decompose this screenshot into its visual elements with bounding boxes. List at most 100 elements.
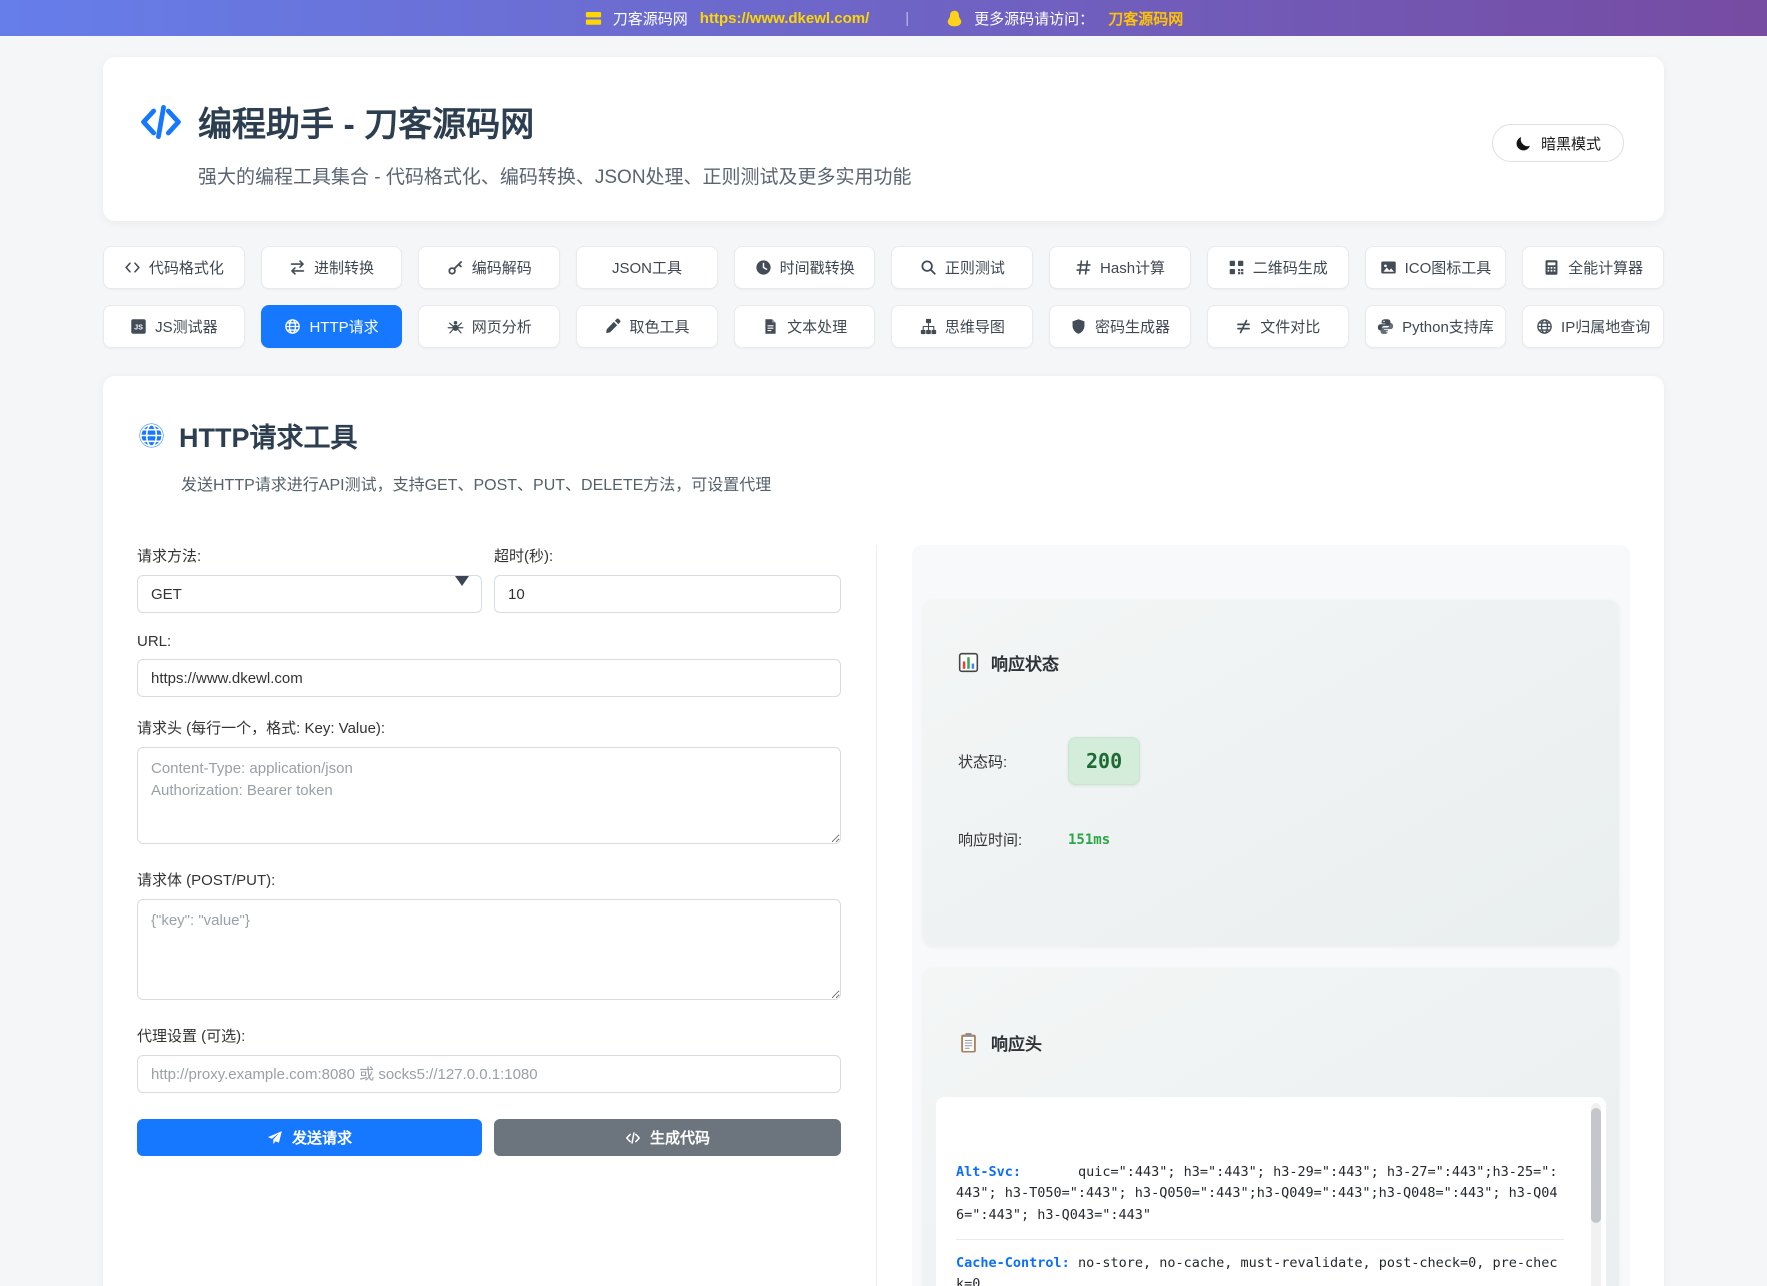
tab-ip-lookup[interactable]: IP归属地查询: [1522, 305, 1664, 348]
column-divider: [876, 545, 877, 1286]
tool-title: HTTP请求工具: [179, 416, 358, 455]
code-icon: [139, 100, 183, 144]
timeout-input[interactable]: [494, 575, 841, 613]
method-select[interactable]: GET: [137, 575, 482, 613]
shield-icon: [1070, 318, 1087, 335]
bar-chart-icon: [958, 652, 979, 673]
tab-label: 取色工具: [629, 316, 689, 337]
tab-json-tools[interactable]: JSON工具: [576, 246, 718, 289]
tab-label: JS测试器: [155, 316, 218, 337]
tab-python-lib[interactable]: Python支持库: [1365, 305, 1507, 348]
tab-label: 正则测试: [945, 257, 1005, 278]
tab-label: JSON工具: [612, 257, 682, 278]
page-header-card: 编程助手 - 刀客源码网 强大的编程工具集合 - 代码格式化、编码转换、JSON…: [103, 57, 1664, 221]
url-input[interactable]: [137, 659, 841, 697]
proxy-label: 代理设置 (可选):: [137, 1025, 841, 1046]
tab-label: IP归属地查询: [1561, 316, 1650, 337]
tab-color-picker[interactable]: 取色工具: [576, 305, 718, 348]
sitemap-icon: [920, 318, 937, 335]
tab-hash-calc[interactable]: Hash计算: [1049, 246, 1191, 289]
method-select-value: GET: [151, 586, 182, 603]
tab-calculator[interactable]: 全能计算器: [1522, 246, 1664, 289]
status-code-label: 状态码:: [958, 751, 1068, 772]
http-tool-card: HTTP请求工具 发送HTTP请求进行API测试，支持GET、POST、PUT、…: [103, 376, 1664, 1286]
response-headers-title: 响应头: [991, 1030, 1042, 1055]
topbar-divider: |: [905, 10, 909, 27]
tab-label: 二维码生成: [1253, 257, 1328, 278]
tab-label: 文件对比: [1260, 316, 1320, 337]
method-label: 请求方法:: [137, 545, 482, 566]
timeout-label: 超时(秒):: [494, 545, 841, 566]
scrollbar-thumb[interactable]: [1591, 1108, 1601, 1223]
yellow-bars-icon: [584, 9, 603, 28]
response-header-row: Cache-Control:no-store, no-cache, must-r…: [956, 1240, 1564, 1286]
topbar-site-name: 刀客源码网: [613, 8, 688, 29]
topbar: 刀客源码网 https://www.dkewl.com/ | 更多源码请访问： …: [0, 0, 1767, 36]
chevron-down-icon: [455, 576, 469, 586]
tab-file-diff[interactable]: 文件对比: [1207, 305, 1349, 348]
tab-password-gen[interactable]: 密码生成器: [1049, 305, 1191, 348]
tab-label: 文本处理: [787, 316, 847, 337]
tab-label: 思维导图: [945, 316, 1005, 337]
tab-label: 代码格式化: [149, 257, 224, 278]
calculator-icon: [1543, 259, 1560, 276]
response-headers-card: 响应头 Alt-Svc:quic=":443"; h3=":443"; h3-2…: [923, 968, 1619, 1286]
code-icon: [625, 1130, 641, 1146]
response-status-title: 响应状态: [991, 650, 1059, 675]
bell-icon: [945, 9, 964, 28]
request-headers-textarea[interactable]: [137, 747, 841, 844]
generate-code-button[interactable]: 生成代码: [494, 1119, 841, 1156]
tab-qrcode-gen[interactable]: 二维码生成: [1207, 246, 1349, 289]
tab-label: Hash计算: [1100, 257, 1165, 278]
js-icon: JS: [130, 318, 147, 335]
tab-label: 编码解码: [472, 257, 532, 278]
dark-mode-label: 暗黑模式: [1541, 133, 1601, 154]
globe-icon: [137, 421, 166, 450]
tab-regex-test[interactable]: 正则测试: [891, 246, 1033, 289]
key-icon: [447, 259, 464, 276]
globe-icon: [284, 318, 301, 335]
tab-http-request[interactable]: HTTP请求: [261, 305, 403, 348]
globe-icon: [1536, 318, 1553, 335]
tab-base-convert[interactable]: 进制转换: [261, 246, 403, 289]
response-status-card: 响应状态 状态码: 200 响应时间: 151ms: [923, 600, 1619, 946]
response-time-value: 151ms: [1068, 832, 1110, 848]
scrollbar[interactable]: [1591, 1103, 1601, 1286]
topbar-site-url-link[interactable]: https://www.dkewl.com/: [700, 10, 869, 27]
page-header-left: 编程助手 - 刀客源码网 强大的编程工具集合 - 代码格式化、编码转换、JSON…: [139, 97, 912, 189]
send-request-label: 发送请求: [292, 1127, 352, 1148]
clock-icon: [755, 259, 772, 276]
topbar-more-text: 更多源码请访问：: [974, 8, 1094, 29]
tab-label: 进制转换: [314, 257, 374, 278]
svg-text:JS: JS: [134, 323, 143, 332]
tab-encode-decode[interactable]: 编码解码: [418, 246, 560, 289]
proxy-input[interactable]: [137, 1055, 841, 1093]
tab-js-tester[interactable]: JS JS测试器: [103, 305, 245, 348]
qrcode-icon: [1228, 259, 1245, 276]
search-icon: [920, 259, 937, 276]
response-header-key: Cache-Control:: [956, 1253, 1078, 1274]
tool-tabs: 代码格式化 进制转换 编码解码 JSON工具 时间戳转换 正则测试 Hash计算 二维码生成 I…: [103, 246, 1664, 348]
tab-web-analyze[interactable]: 网页分析: [418, 305, 560, 348]
tab-code-format[interactable]: 代码格式化: [103, 246, 245, 289]
url-label: URL:: [137, 633, 841, 650]
tool-subtitle: 发送HTTP请求进行API测试，支持GET、POST、PUT、DELETE方法，…: [181, 471, 1630, 495]
send-request-button[interactable]: 发送请求: [137, 1119, 482, 1156]
moon-icon: [1515, 135, 1532, 152]
exchange-icon: [289, 259, 306, 276]
python-icon: [1377, 318, 1394, 335]
tab-label: 时间戳转换: [780, 257, 855, 278]
tab-mindmap[interactable]: 思维导图: [891, 305, 1033, 348]
request-form: 请求方法: GET 超时(秒): URL:: [137, 545, 841, 1286]
tab-label: 网页分析: [472, 316, 532, 337]
tab-ico-tool[interactable]: ICO图标工具: [1365, 246, 1507, 289]
topbar-more-link[interactable]: 刀客源码网: [1108, 8, 1183, 29]
tab-timestamp[interactable]: 时间戳转换: [734, 246, 876, 289]
dark-mode-button[interactable]: 暗黑模式: [1492, 124, 1624, 162]
request-body-textarea[interactable]: [137, 899, 841, 1000]
not-equal-icon: [1235, 318, 1252, 335]
response-headers-list: Alt-Svc:quic=":443"; h3=":443"; h3-29=":…: [956, 1149, 1564, 1286]
tab-text-process[interactable]: 文本处理: [734, 305, 876, 348]
file-text-icon: [762, 318, 779, 335]
tab-label: HTTP请求: [309, 316, 378, 337]
